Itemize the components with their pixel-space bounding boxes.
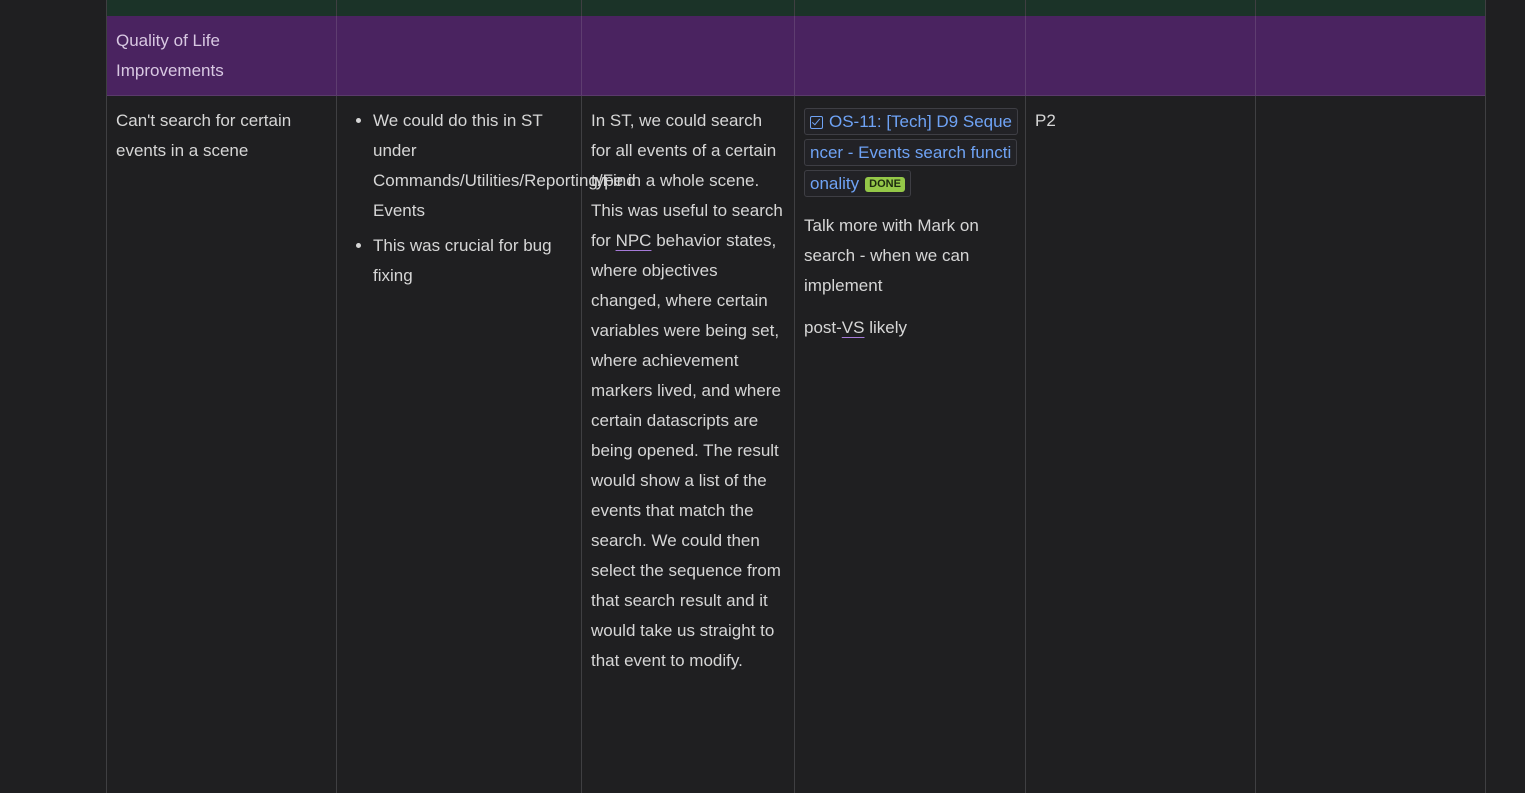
header-cell[interactable] — [107, 0, 337, 16]
header-cell[interactable] — [1256, 0, 1485, 16]
details-list: We could do this in ST under Commands/Ut… — [346, 106, 636, 291]
header-row — [107, 0, 1485, 17]
group-cell[interactable] — [582, 16, 795, 95]
requirements-table: Quality of Life Improvements Can't searc… — [106, 0, 1486, 793]
header-cell[interactable] — [795, 0, 1026, 16]
description-text-cont: behavior states, where objectives change… — [591, 231, 781, 670]
checkbox-icon — [810, 116, 823, 129]
group-cell[interactable] — [337, 16, 582, 95]
note-prefix: post- — [804, 318, 842, 337]
table-row: Can't search for certain events in a sce… — [107, 96, 1485, 793]
npc-abbreviation[interactable]: NPC — [616, 231, 652, 250]
issue-link-label: OS-11: [Tech] D9 Sequencer - Events sear… — [810, 112, 1013, 193]
status-badge: DONE — [865, 177, 905, 192]
group-title-cell[interactable]: Quality of Life Improvements — [107, 16, 337, 95]
group-row: Quality of Life Improvements — [107, 16, 1485, 96]
ticket-cell[interactable]: OS-11: [Tech] D9 Sequencer - Events sear… — [795, 96, 1026, 793]
description-text: In ST, we could search for all events of… — [591, 111, 783, 250]
note-line-2: post-VS likely — [804, 313, 1016, 343]
list-item: We could do this in ST under Commands/Ut… — [373, 106, 636, 226]
note-suffix: likely — [864, 318, 907, 337]
vs-abbreviation[interactable]: VS — [842, 318, 865, 337]
group-cell[interactable] — [1026, 16, 1256, 95]
group-title: Quality of Life Improvements — [116, 31, 224, 80]
priority-text: P2 — [1035, 111, 1056, 130]
empty-cell[interactable] — [1256, 96, 1485, 793]
header-cell[interactable] — [582, 0, 795, 16]
jira-issue-link[interactable]: OS-11: [Tech] D9 Sequencer - Events sear… — [804, 108, 1019, 197]
priority-cell[interactable]: P2 — [1026, 96, 1256, 793]
description-cell[interactable]: In ST, we could search for all events of… — [582, 96, 795, 793]
group-cell[interactable] — [795, 16, 1026, 95]
group-cell[interactable] — [1256, 16, 1485, 95]
details-cell[interactable]: We could do this in ST under Commands/Ut… — [337, 96, 636, 793]
header-cell[interactable] — [337, 0, 582, 16]
issue-cell[interactable]: Can't search for certain events in a sce… — [107, 96, 337, 793]
header-cell[interactable] — [1026, 0, 1256, 16]
note-line: Talk more with Mark on search - when we … — [804, 216, 979, 295]
issue-text: Can't search for certain events in a sce… — [116, 111, 292, 160]
list-item: This was crucial for bug fixing — [373, 231, 572, 291]
